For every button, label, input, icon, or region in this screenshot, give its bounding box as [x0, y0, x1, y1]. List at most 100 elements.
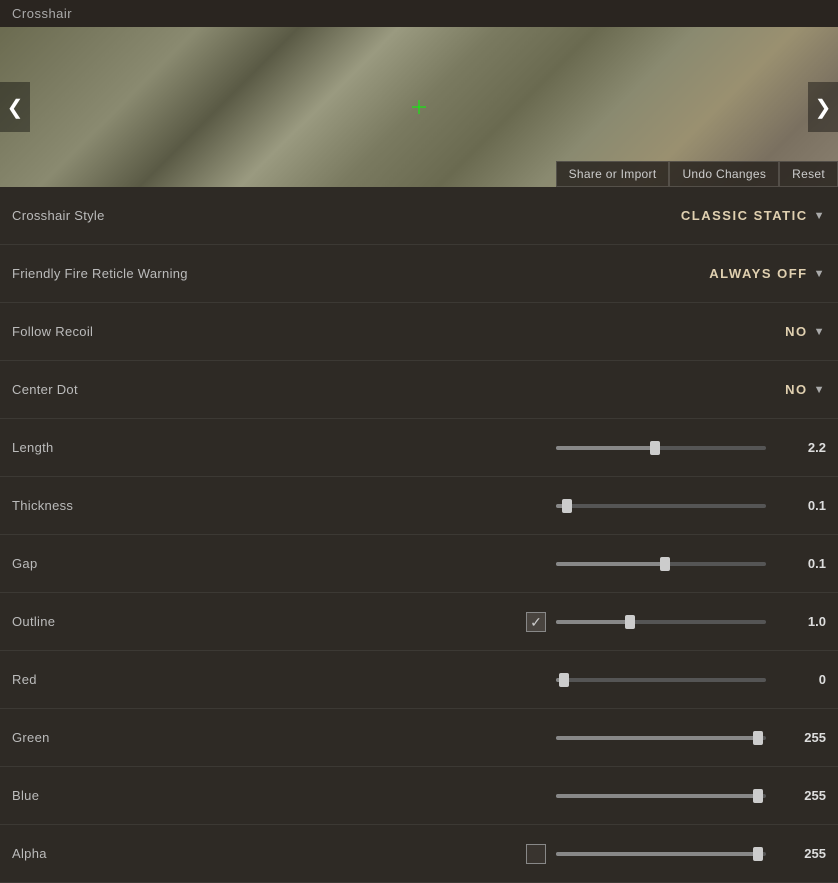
- label-follow-recoil: Follow Recoil: [12, 324, 232, 339]
- setting-row-length: Length 2.2: [0, 419, 838, 477]
- preview-buttons: Share or Import Undo Changes Reset: [556, 161, 838, 187]
- value-length: 2.2: [776, 440, 826, 455]
- label-blue: Blue: [12, 788, 232, 803]
- setting-row-gap: Gap 0.1: [0, 535, 838, 593]
- value-outline: 1.0: [776, 614, 826, 629]
- slider-wrapper-outline: ✓ 1.0: [232, 612, 826, 632]
- reset-button[interactable]: Reset: [779, 161, 838, 187]
- control-red: 0: [232, 672, 826, 687]
- dropdown-value-follow-recoil: NO: [785, 324, 808, 339]
- slider-wrapper-blue: 255: [232, 788, 826, 803]
- setting-row-follow-recoil: Follow Recoil NO▼: [0, 303, 838, 361]
- slider-fill-gap: [556, 562, 665, 566]
- value-red: 0: [776, 672, 826, 687]
- next-arrow-icon: ❯: [815, 95, 832, 120]
- label-red: Red: [12, 672, 232, 687]
- slider-fill-blue: [556, 794, 758, 798]
- slider-thumb-gap[interactable]: [660, 557, 670, 571]
- slider-fill-red: [556, 678, 564, 682]
- dropdown-value-center-dot: NO: [785, 382, 808, 397]
- slider-fill-length: [556, 446, 655, 450]
- dropdown-follow-recoil[interactable]: NO▼: [785, 324, 826, 339]
- value-gap: 0.1: [776, 556, 826, 571]
- slider-fill-green: [556, 736, 758, 740]
- label-outline: Outline: [12, 614, 232, 629]
- setting-row-friendly-fire: Friendly Fire Reticle Warning ALWAYS OFF ▼: [0, 245, 838, 303]
- label-alpha: Alpha: [12, 846, 232, 861]
- slider-wrapper-thickness: 0.1: [232, 498, 826, 513]
- slider-thumb-outline[interactable]: [625, 615, 635, 629]
- label-gap: Gap: [12, 556, 232, 571]
- label-crosshair-style: Crosshair Style: [12, 208, 232, 223]
- slider-wrapper-length: 2.2: [232, 440, 826, 455]
- label-green: Green: [12, 730, 232, 745]
- label-length: Length: [12, 440, 232, 455]
- page-title: Crosshair: [12, 6, 72, 21]
- slider-wrapper-red: 0: [232, 672, 826, 687]
- control-length: 2.2: [232, 440, 826, 455]
- dropdown-arrow-crosshair-style: ▼: [814, 210, 826, 222]
- control-blue: 255: [232, 788, 826, 803]
- control-crosshair-style: CLASSIC STATIC ▼: [232, 208, 826, 223]
- control-friendly-fire: ALWAYS OFF ▼: [232, 266, 826, 281]
- value-green: 255: [776, 730, 826, 745]
- control-green: 255: [232, 730, 826, 745]
- slider-thumb-red[interactable]: [559, 673, 569, 687]
- setting-row-crosshair-style: Crosshair Style CLASSIC STATIC ▼: [0, 187, 838, 245]
- label-center-dot: Center Dot: [12, 382, 232, 397]
- setting-row-center-dot: Center Dot NO ▼: [0, 361, 838, 419]
- slider-track-green[interactable]: [556, 736, 766, 740]
- slider-track-length[interactable]: [556, 446, 766, 450]
- checkbox-outline[interactable]: ✓: [526, 612, 546, 632]
- control-thickness: 0.1: [232, 498, 826, 513]
- control-follow-recoil: NO▼: [232, 324, 826, 339]
- value-alpha: 255: [776, 846, 826, 861]
- slider-track-outline[interactable]: [556, 620, 766, 624]
- slider-wrapper-green: 255: [232, 730, 826, 745]
- label-friendly-fire: Friendly Fire Reticle Warning: [12, 266, 232, 281]
- control-outline: ✓ 1.0: [232, 612, 826, 632]
- setting-row-outline: Outline ✓ 1.0: [0, 593, 838, 651]
- slider-track-alpha[interactable]: [556, 852, 766, 856]
- setting-row-thickness: Thickness 0.1: [0, 477, 838, 535]
- slider-fill-outline: [556, 620, 630, 624]
- dropdown-value-crosshair-style: CLASSIC STATIC: [681, 208, 808, 223]
- dropdown-value-friendly-fire: ALWAYS OFF: [709, 266, 807, 281]
- prev-arrow-icon: ❮: [7, 95, 24, 120]
- control-center-dot: NO ▼: [232, 382, 826, 397]
- slider-track-red[interactable]: [556, 678, 766, 682]
- control-alpha: 255: [232, 844, 826, 864]
- slider-thumb-thickness[interactable]: [562, 499, 572, 513]
- setting-row-alpha: Alpha 255: [0, 825, 838, 883]
- checkmark-outline: ✓: [530, 615, 542, 629]
- dropdown-crosshair-style[interactable]: CLASSIC STATIC ▼: [681, 208, 826, 223]
- slider-track-thickness[interactable]: [556, 504, 766, 508]
- settings-area: Crosshair StyleCLASSIC STATIC▼Friendly F…: [0, 187, 838, 883]
- dropdown-arrow-friendly-fire: ▼: [814, 268, 826, 280]
- slider-thumb-alpha[interactable]: [753, 847, 763, 861]
- slider-wrapper-alpha: 255: [232, 844, 826, 864]
- control-gap: 0.1: [232, 556, 826, 571]
- setting-row-red: Red 0: [0, 651, 838, 709]
- undo-changes-button[interactable]: Undo Changes: [669, 161, 779, 187]
- title-bar: Crosshair: [0, 0, 838, 27]
- slider-fill-thickness: [556, 504, 567, 508]
- value-blue: 255: [776, 788, 826, 803]
- slider-track-blue[interactable]: [556, 794, 766, 798]
- preview-container: ❮ ❯ Share or Import Undo Changes Reset: [0, 27, 838, 187]
- prev-arrow[interactable]: ❮: [0, 82, 30, 132]
- value-thickness: 0.1: [776, 498, 826, 513]
- dropdown-center-dot[interactable]: NO ▼: [785, 382, 826, 397]
- slider-thumb-length[interactable]: [650, 441, 660, 455]
- next-arrow[interactable]: ❯: [808, 82, 838, 132]
- slider-thumb-blue[interactable]: [753, 789, 763, 803]
- dropdown-arrow-center-dot: ▼: [814, 384, 826, 396]
- checkbox-alpha[interactable]: [526, 844, 546, 864]
- share-import-button[interactable]: Share or Import: [556, 161, 670, 187]
- slider-fill-alpha: [556, 852, 758, 856]
- slider-track-gap[interactable]: [556, 562, 766, 566]
- slider-thumb-green[interactable]: [753, 731, 763, 745]
- dropdown-friendly-fire[interactable]: ALWAYS OFF ▼: [709, 266, 826, 281]
- setting-row-green: Green 255: [0, 709, 838, 767]
- label-thickness: Thickness: [12, 498, 232, 513]
